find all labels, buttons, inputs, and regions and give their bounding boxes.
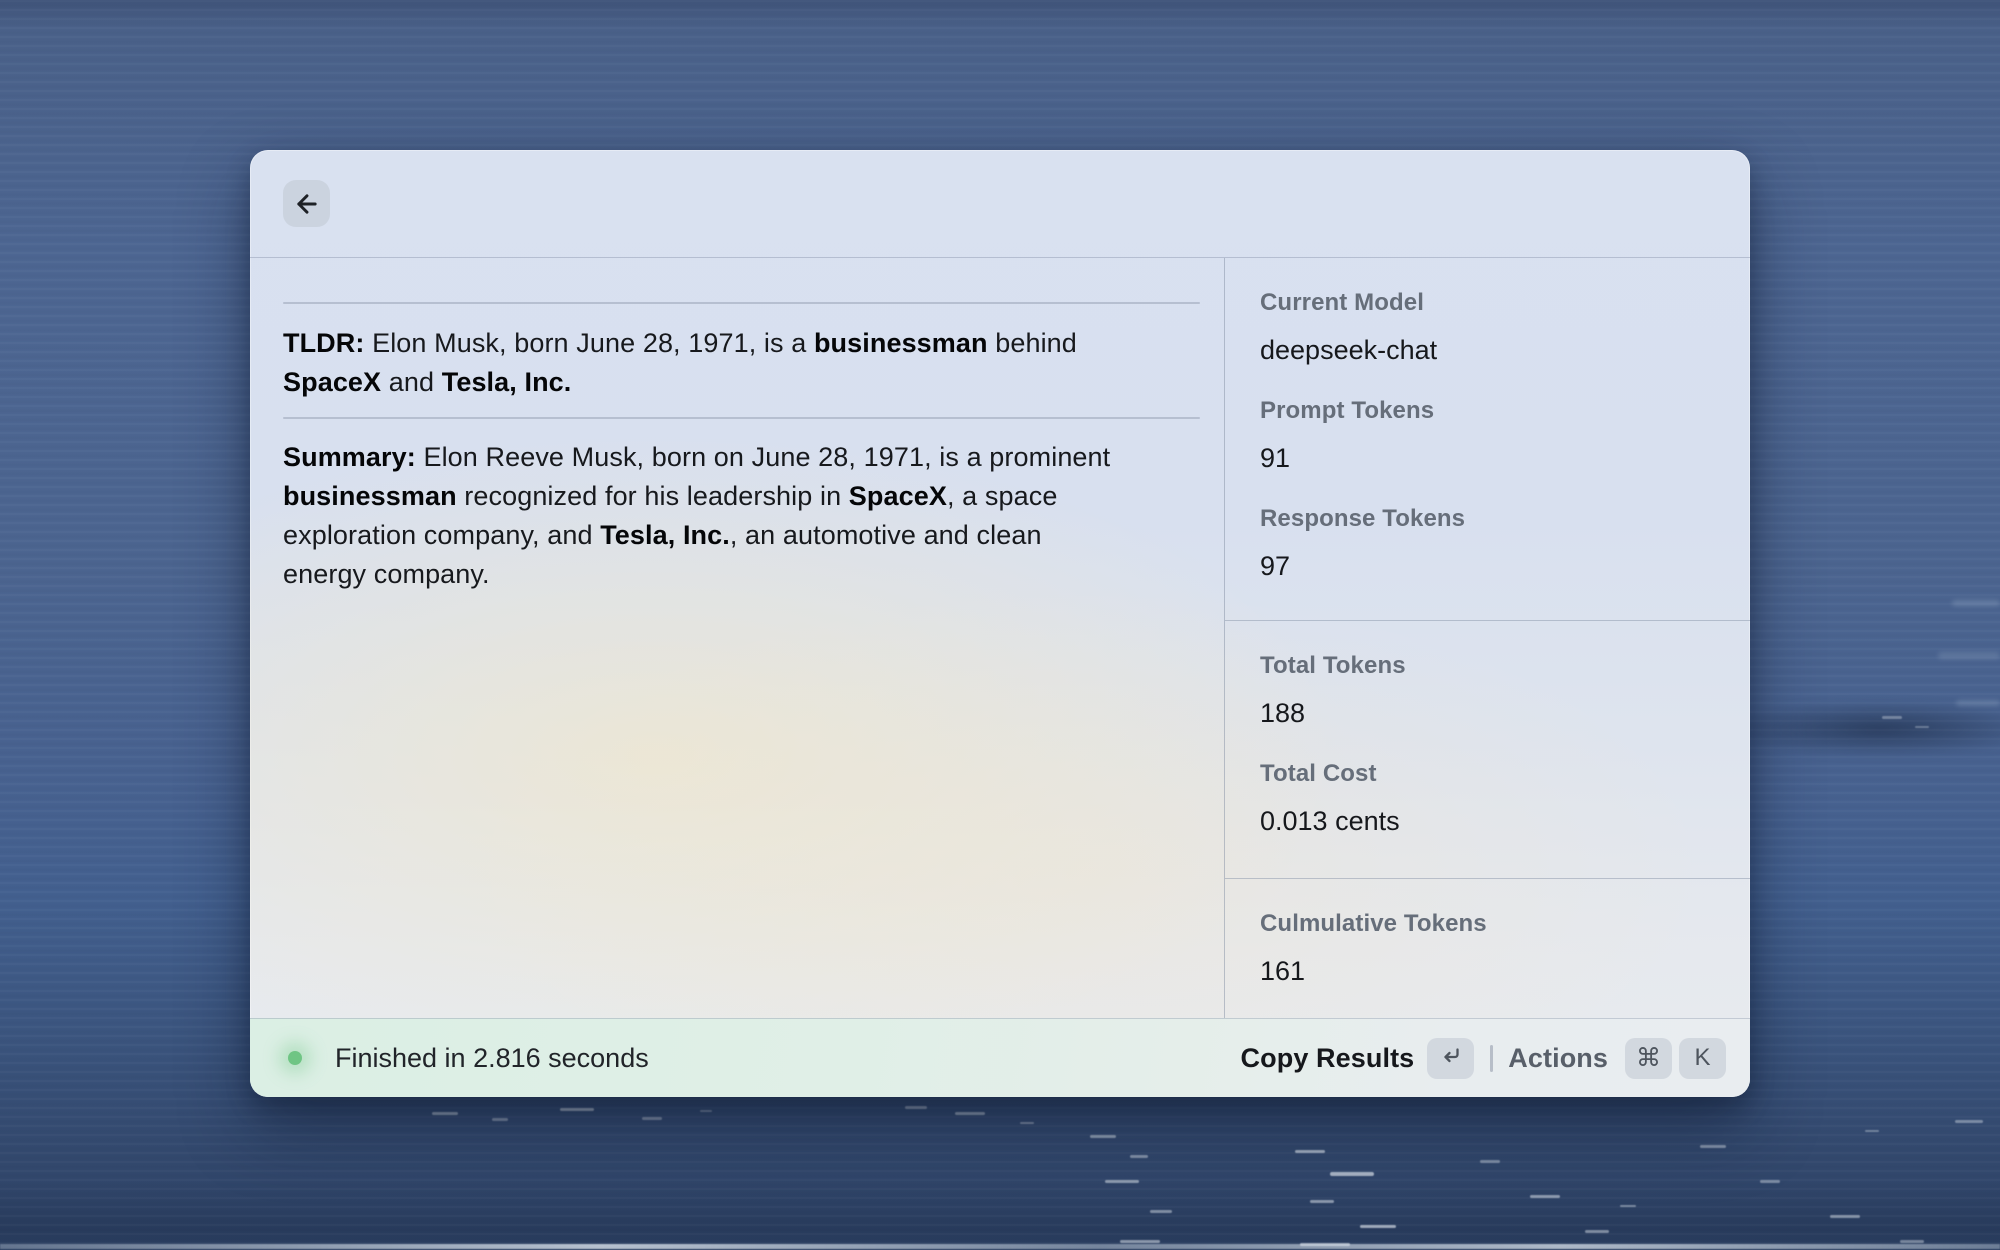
- meta-response-tokens: Response Tokens 97: [1260, 504, 1726, 583]
- action-bar-right: Copy Results Actions ⌘ K: [1241, 1038, 1726, 1079]
- arrow-left-icon: [293, 190, 321, 218]
- water-sparkle: [905, 1106, 927, 1109]
- water-sparkle: [560, 1108, 594, 1111]
- water-sparkle: [1020, 1122, 1034, 1124]
- water-sparkle: [700, 1110, 712, 1112]
- water-sparkle: [1480, 1160, 1500, 1163]
- water-glint: [1938, 652, 2000, 659]
- copy-results-button[interactable]: Copy Results: [1241, 1038, 1475, 1079]
- water-sparkle: [1620, 1205, 1636, 1207]
- meta-value: 97: [1260, 550, 1726, 583]
- status-dot: [288, 1051, 302, 1065]
- meta-label: Current Model: [1260, 288, 1726, 317]
- result-document[interactable]: TLDR: Elon Musk, born June 28, 1971, is …: [250, 258, 1225, 1018]
- window-header: [250, 150, 1750, 258]
- summary-paragraph: Summary: Elon Reeve Musk, born on June 2…: [283, 438, 1213, 594]
- water-sparkle: [1295, 1150, 1325, 1153]
- water-sparkle: [1300, 1243, 1350, 1246]
- return-key-icon: [1439, 1043, 1463, 1074]
- water-sparkle: [1310, 1200, 1334, 1203]
- water-sparkle: [432, 1112, 458, 1115]
- meta-value: 188: [1260, 697, 1726, 730]
- water-sparkle: [1090, 1135, 1116, 1138]
- meta-prompt-tokens: Prompt Tokens 91: [1260, 396, 1726, 475]
- sidebar-section-totals: Total Tokens 188 Total Cost 0.013 cents: [1225, 620, 1750, 878]
- copy-results-label: Copy Results: [1241, 1043, 1415, 1074]
- meta-label: Culmulative Tokens: [1260, 909, 1726, 938]
- water-sparkle: [1865, 1130, 1879, 1132]
- k-key[interactable]: K: [1679, 1038, 1726, 1079]
- water-sparkle: [1120, 1240, 1160, 1243]
- meta-value: 161: [1260, 955, 1726, 988]
- water-sparkle: [1585, 1230, 1609, 1233]
- meta-total-cost: Total Cost 0.013 cents: [1260, 759, 1726, 838]
- content-area: TLDR: Elon Musk, born June 28, 1971, is …: [250, 258, 1750, 1018]
- water-sparkle: [1760, 1180, 1780, 1183]
- wave-shadow: [1740, 700, 2000, 758]
- meta-current-model: Current Model deepseek-chat: [1260, 288, 1726, 367]
- sidebar-section-usage: Current Model deepseek-chat Prompt Token…: [1225, 258, 1750, 620]
- back-button[interactable]: [283, 180, 330, 227]
- water-sparkle: [642, 1117, 662, 1120]
- meta-value: 0.013 cents: [1260, 805, 1726, 838]
- meta-label: Response Tokens: [1260, 504, 1726, 533]
- raycast-window: TLDR: Elon Musk, born June 28, 1971, is …: [250, 150, 1750, 1097]
- meta-value: 91: [1260, 442, 1726, 475]
- water-sparkle: [1955, 1120, 1983, 1123]
- meta-label: Total Cost: [1260, 759, 1726, 788]
- return-key[interactable]: [1427, 1038, 1474, 1079]
- command-key[interactable]: ⌘: [1625, 1038, 1672, 1079]
- meta-cumulative-tokens: Culmulative Tokens 161: [1260, 909, 1726, 988]
- water-sparkle: [1830, 1215, 1860, 1218]
- water-sparkle: [1882, 716, 1902, 719]
- actions-label: Actions: [1508, 1043, 1608, 1074]
- action-bar-divider: [1490, 1045, 1493, 1072]
- meta-total-tokens: Total Tokens 188: [1260, 651, 1726, 730]
- water-sparkle: [1130, 1155, 1148, 1158]
- water-sparkle: [1360, 1225, 1396, 1228]
- metadata-sidebar: Current Model deepseek-chat Prompt Token…: [1225, 258, 1750, 1018]
- status-text: Finished in 2.816 seconds: [335, 1043, 649, 1074]
- wave-crest: [0, 1244, 2000, 1249]
- meta-label: Total Tokens: [1260, 651, 1726, 680]
- water-sparkle: [1530, 1195, 1560, 1198]
- water-sparkle: [1105, 1180, 1139, 1183]
- meta-value: deepseek-chat: [1260, 334, 1726, 367]
- meta-label: Prompt Tokens: [1260, 396, 1726, 425]
- sidebar-section-cumulative: Culmulative Tokens 161: [1225, 878, 1750, 1018]
- water-sparkle: [1150, 1210, 1172, 1213]
- water-sparkle: [1900, 1240, 1924, 1243]
- water-sparkle: [1330, 1172, 1374, 1176]
- actions-menu-button[interactable]: Actions ⌘ K: [1508, 1038, 1726, 1079]
- water-glint: [1956, 700, 2000, 706]
- water-sparkle: [955, 1112, 985, 1115]
- action-bar: Finished in 2.816 seconds Copy Results A…: [250, 1018, 1750, 1097]
- water-sparkle: [1700, 1145, 1726, 1148]
- water-sparkle: [1915, 726, 1929, 728]
- water-sparkle: [492, 1118, 508, 1121]
- horizontal-rule: [283, 417, 1200, 419]
- tldr-paragraph: TLDR: Elon Musk, born June 28, 1971, is …: [283, 324, 1213, 402]
- horizontal-rule: [283, 302, 1200, 304]
- water-glint: [1952, 600, 2000, 606]
- wave-shadow-bottom: [0, 1180, 2000, 1250]
